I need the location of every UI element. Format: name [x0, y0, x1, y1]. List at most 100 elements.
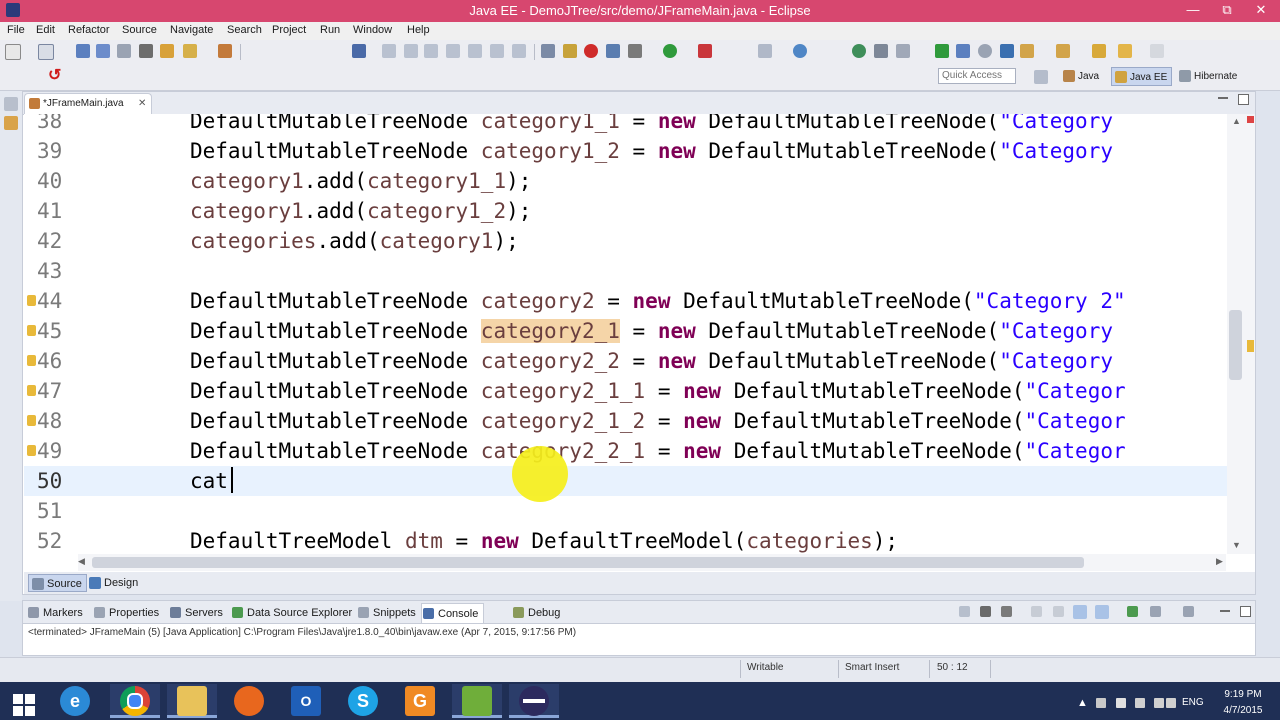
- pin-console-icon[interactable]: [1127, 606, 1138, 617]
- new-server-icon[interactable]: [758, 44, 772, 58]
- menu-run[interactable]: Run: [320, 24, 340, 36]
- step-into-icon[interactable]: [468, 44, 482, 58]
- battery-icon[interactable]: [1135, 698, 1145, 708]
- resume-icon[interactable]: [404, 44, 418, 58]
- internet-explorer-taskbar-icon[interactable]: e: [50, 684, 100, 718]
- tab-debug[interactable]: Debug: [512, 605, 560, 621]
- code-line[interactable]: 43: [24, 256, 1227, 286]
- show-on-error-icon[interactable]: [1095, 605, 1109, 619]
- menu-source[interactable]: Source: [122, 24, 157, 36]
- minimize-button[interactable]: —: [1176, 0, 1210, 22]
- terminate-icon[interactable]: [959, 606, 970, 617]
- display-console-icon[interactable]: [1150, 606, 1161, 617]
- code-line[interactable]: 51: [24, 496, 1227, 526]
- quick-access-input[interactable]: [938, 68, 1016, 84]
- play-icon[interactable]: [935, 44, 949, 58]
- chrome-taskbar-icon[interactable]: [110, 684, 160, 718]
- app-g-taskbar-icon[interactable]: G: [395, 684, 445, 718]
- stop-icon[interactable]: [584, 44, 598, 58]
- warning-icon[interactable]: [27, 355, 36, 366]
- save-icon[interactable]: [76, 44, 90, 58]
- perspective-hibernate[interactable]: Hibernate: [1176, 67, 1241, 86]
- outlook-taskbar-icon[interactable]: O: [281, 684, 331, 718]
- tray-flag-icon[interactable]: [1096, 698, 1106, 708]
- coverage-icon[interactable]: [978, 44, 992, 58]
- prev-annotation-icon[interactable]: [1056, 44, 1070, 58]
- save-all-icon[interactable]: [96, 44, 110, 58]
- search-icon[interactable]: [183, 44, 197, 58]
- warning-marker-icon[interactable]: [1247, 340, 1254, 352]
- input-language[interactable]: ENG: [1182, 697, 1204, 708]
- next-annotation-icon[interactable]: [1020, 44, 1034, 58]
- menu-file[interactable]: File: [7, 24, 25, 36]
- scroll-lock-icon[interactable]: [1053, 606, 1064, 617]
- cursor-icon[interactable]: [352, 44, 366, 58]
- refresh-icon[interactable]: ↺: [48, 68, 64, 84]
- code-line[interactable]: 44 DefaultMutableTreeNode category2 = new…: [24, 286, 1227, 316]
- minimize-panel-icon[interactable]: [1220, 610, 1230, 612]
- warning-icon[interactable]: [27, 445, 36, 456]
- scroll-up-icon[interactable]: ▲: [1232, 116, 1241, 126]
- run-last-icon[interactable]: [956, 44, 970, 58]
- toggle-mark-icon[interactable]: [541, 44, 555, 58]
- firefox-taskbar-icon[interactable]: [224, 684, 274, 718]
- tab-data-source-explorer[interactable]: Data Source Explorer: [231, 605, 352, 621]
- open-perspective-icon[interactable]: [1034, 70, 1048, 84]
- maximize-editor-icon[interactable]: [1238, 94, 1249, 105]
- code-line[interactable]: 49 DefaultMutableTreeNode category2_2_1 =…: [24, 436, 1227, 466]
- print-icon[interactable]: [117, 44, 131, 58]
- tab-properties[interactable]: Properties: [93, 605, 159, 621]
- file-explorer-taskbar-icon[interactable]: [167, 684, 217, 718]
- show-hidden-icons[interactable]: ▲: [1077, 697, 1088, 709]
- code-line[interactable]: 42 categories.add(category1);: [24, 226, 1227, 256]
- menu-help[interactable]: Help: [407, 24, 430, 36]
- step-over-icon[interactable]: [490, 44, 504, 58]
- forward-edit-icon[interactable]: [1118, 44, 1132, 58]
- back-icon[interactable]: [1092, 44, 1106, 58]
- menu-refactor[interactable]: Refactor: [68, 24, 110, 36]
- step-return-icon[interactable]: [512, 44, 526, 58]
- tab-console[interactable]: Console: [421, 603, 485, 623]
- warning-icon[interactable]: [27, 325, 36, 336]
- code-line[interactable]: 39 DefaultMutableTreeNode category1_2 = n…: [24, 136, 1227, 166]
- maximize-panel-icon[interactable]: [1240, 606, 1251, 617]
- start-button[interactable]: [0, 684, 50, 718]
- clear-console-icon[interactable]: [1031, 606, 1042, 617]
- block-select-icon[interactable]: [563, 44, 577, 58]
- new-icon[interactable]: [5, 44, 21, 60]
- run-icon[interactable]: [663, 44, 677, 58]
- perspective-java[interactable]: Java: [1060, 67, 1103, 86]
- remove-launch-icon[interactable]: [980, 606, 991, 617]
- tab-markers[interactable]: Markers: [27, 605, 83, 621]
- disconnect-icon[interactable]: [446, 44, 460, 58]
- scroll-left-icon[interactable]: ◀: [78, 556, 85, 567]
- debug-icon[interactable]: [698, 44, 712, 58]
- warning-icon[interactable]: [27, 415, 36, 426]
- skype-taskbar-icon[interactable]: S: [338, 684, 388, 718]
- warning-icon[interactable]: [27, 295, 36, 306]
- debug-config-icon[interactable]: [218, 44, 232, 58]
- remove-all-icon[interactable]: [1001, 606, 1012, 617]
- close-tab-icon[interactable]: ✕: [138, 94, 146, 114]
- skip-icon[interactable]: [382, 44, 396, 58]
- network-icon[interactable]: [1154, 698, 1164, 708]
- clock-time[interactable]: 9:19 PM: [1221, 689, 1265, 700]
- menu-edit[interactable]: Edit: [36, 24, 55, 36]
- globe-icon[interactable]: [852, 44, 866, 58]
- code-line[interactable]: 46 DefaultMutableTreeNode category2_2 = n…: [24, 346, 1227, 376]
- code-line[interactable]: 45 DefaultMutableTreeNode category2_1 = n…: [24, 316, 1227, 346]
- server-icon[interactable]: [139, 44, 153, 58]
- code-line[interactable]: 52 DefaultTreeModel dtm = new DefaultTree…: [24, 526, 1227, 554]
- volume-icon[interactable]: [1166, 698, 1176, 708]
- subtab-source[interactable]: Source: [28, 574, 87, 592]
- code-line[interactable]: 47 DefaultMutableTreeNode category2_1_1 =…: [24, 376, 1227, 406]
- tab-snippets[interactable]: Snippets: [357, 605, 416, 621]
- editor-tab-jframemain[interactable]: *JFrameMain.java ✕: [24, 93, 152, 114]
- external-tools-icon[interactable]: [1000, 44, 1014, 58]
- restore-view-icon[interactable]: [4, 97, 18, 111]
- open-type-icon[interactable]: [160, 44, 174, 58]
- code-line[interactable]: 41 category1.add(category1_2);: [24, 196, 1227, 226]
- menu-project[interactable]: Project: [272, 24, 306, 36]
- settings-icon[interactable]: [628, 44, 642, 58]
- package-explorer-icon[interactable]: [4, 116, 18, 130]
